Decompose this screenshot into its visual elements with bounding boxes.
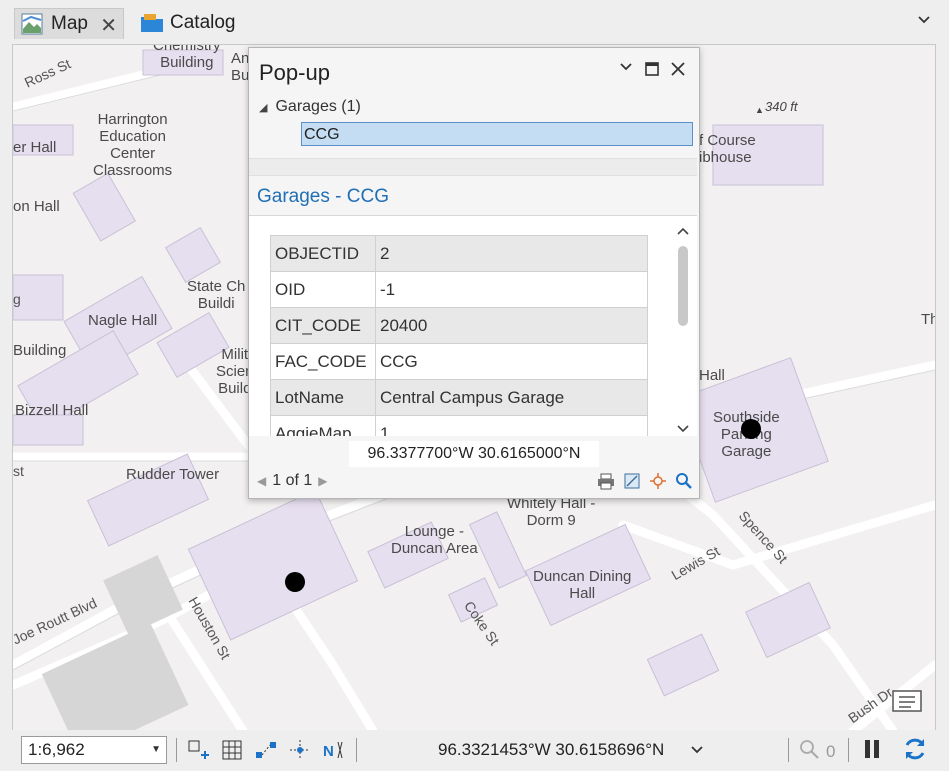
selection-zoom-icon [798, 738, 820, 765]
field-name: AggieMap [270, 415, 376, 436]
scrollbar-thumb[interactable] [678, 246, 688, 326]
elevation-label: 340 ft [765, 99, 798, 114]
zoom-to-feature-icon[interactable] [623, 472, 641, 495]
toolbar-divider [788, 738, 789, 762]
field-name: OID [270, 271, 376, 308]
table-row: LotName Central Campus Garage [270, 379, 648, 416]
map-label-hall-east: Hall [699, 367, 725, 384]
tab-map-label: Map [51, 13, 88, 34]
map-label-er-hall: er Hall [13, 139, 57, 156]
scale-dropdown[interactable]: 1:6,962 ▼ [21, 736, 167, 764]
field-value: -1 [375, 271, 648, 308]
table-row: OID -1 [270, 271, 648, 308]
fixed-zoom-icon[interactable] [186, 738, 210, 767]
table-row: FAC_CODE CCG [270, 343, 648, 380]
garage-point-marker[interactable] [285, 572, 305, 592]
tab-catalog[interactable]: Catalog [134, 8, 236, 38]
north-arrow-icon[interactable]: N [322, 738, 346, 767]
map-label-th: Th [921, 311, 935, 328]
street-label-st: st [13, 463, 24, 479]
attribute-table: OBJECTID 2 OID -1 CIT_CODE 20400 FAC_CODE CC… [270, 235, 648, 436]
maximize-icon[interactable] [645, 62, 659, 81]
table-row: OBJECTID 2 [270, 235, 648, 272]
attribute-panel: OBJECTID 2 OID -1 CIT_CODE 20400 FAC_CODE CC… [249, 216, 697, 436]
selected-count: 0 [826, 741, 836, 761]
street-label-g: g [13, 291, 21, 307]
popup-navigation: ◀ 1 of 1 ▶ [257, 472, 328, 490]
selected-features[interactable]: 0 [798, 738, 835, 765]
map-label-chemistry-building: Chemistry Building [153, 44, 221, 71]
field-value: Central Campus Garage [375, 379, 648, 416]
constraints-icon[interactable] [288, 738, 312, 767]
map-label-harrington: Harrington Education Center Classrooms [93, 111, 173, 179]
chevron-down-icon[interactable] [690, 742, 704, 760]
field-name: FAC_CODE [270, 343, 376, 380]
table-row: CIT_CODE 20400 [270, 307, 648, 344]
svg-text:N: N [323, 743, 334, 760]
previous-feature-icon[interactable]: ◀ [257, 474, 266, 488]
toolbar-divider [176, 738, 177, 762]
popup-feature-header: Garages - CCG [257, 186, 389, 207]
map-icon [21, 13, 43, 35]
expand-triangle-icon[interactable]: ◢ [259, 101, 267, 114]
field-value: 20400 [375, 307, 648, 344]
chevron-down-icon[interactable] [619, 60, 633, 79]
catalog-icon [140, 12, 163, 34]
pause-drawing-icon[interactable] [862, 738, 882, 765]
field-name: CIT_CODE [270, 307, 376, 344]
field-name: OBJECTID [270, 235, 376, 272]
map-label-golf-course: f Course ibhouse [699, 132, 756, 166]
view-tab-bar: Map ✕ Catalog [0, 0, 949, 44]
field-value: 1 [375, 415, 648, 436]
chevron-down-icon[interactable] [677, 420, 689, 436]
popup-splitter[interactable] [249, 158, 697, 176]
tree-feature-item[interactable]: CCG [301, 122, 693, 146]
popup-coordinate: 96.3377700°W 30.6165000°N [349, 441, 599, 467]
refresh-icon[interactable] [902, 736, 928, 767]
close-icon[interactable] [670, 61, 686, 82]
map-label-nagle-hall: Nagle Hall [88, 312, 158, 329]
elevation-marker-icon: ▲ [755, 105, 764, 115]
chevron-down-icon[interactable] [917, 12, 931, 30]
field-value: 2 [375, 235, 648, 272]
attribution-icon[interactable] [891, 687, 923, 720]
map-label-lounge-duncan: Lounge - Duncan Area [391, 523, 478, 557]
map-label-bizzell-hall: Bizzell Hall [15, 402, 89, 419]
feature-counter: 1 of 1 [272, 472, 313, 489]
tab-catalog-label: Catalog [170, 12, 236, 33]
vertical-scrollbar[interactable] [673, 216, 693, 436]
flash-feature-icon[interactable] [649, 472, 667, 495]
popup-title: Pop-up [259, 60, 330, 85]
scale-value: 1:6,962 [28, 740, 85, 759]
map-label-state-chemistry: State Ch Buildi [187, 278, 246, 312]
cursor-coordinate: 96.3321453°W 30.6158696°N [438, 740, 665, 759]
dropdown-arrow-icon[interactable]: ▼ [151, 737, 161, 763]
map-label-building-west: Building [13, 342, 67, 359]
table-row: AggieMap 1 [270, 415, 648, 436]
map-label-on-hall: on Hall [13, 198, 60, 215]
tab-map[interactable]: Map ✕ [14, 8, 124, 39]
grid-icon[interactable] [220, 738, 244, 767]
field-value: CCG [375, 343, 648, 380]
print-icon[interactable] [597, 472, 615, 495]
toolbar-divider [848, 738, 849, 762]
map-label-rudder-tower: Rudder Tower [126, 466, 220, 483]
tree-layer-label: Garages (1) [275, 98, 361, 115]
tree-layer-node[interactable]: ◢ Garages (1) [259, 98, 361, 116]
field-name: LotName [270, 379, 376, 416]
popup-toolbar [597, 472, 693, 495]
next-feature-icon[interactable]: ▶ [318, 474, 327, 488]
close-icon[interactable]: ✕ [100, 13, 117, 38]
toolbar-divider [356, 738, 357, 762]
map-status-bar: 1:6,962 ▼ N 96.3321453°W 30.6158696°N 0 [0, 730, 949, 771]
status-tools: N [186, 738, 346, 767]
map-label-duncan-dining: Duncan Dining Hall [533, 568, 632, 602]
chevron-up-icon[interactable] [677, 222, 689, 240]
snapping-icon[interactable] [254, 738, 278, 767]
search-icon[interactable] [675, 472, 693, 495]
garage-point-marker[interactable] [741, 419, 761, 439]
popup-window: Pop-up ◢ Garages (1) CCG Garages - CCG O… [248, 47, 700, 499]
map-label-whitely-hall: Whitely Hall - Dorm 9 [507, 495, 596, 529]
